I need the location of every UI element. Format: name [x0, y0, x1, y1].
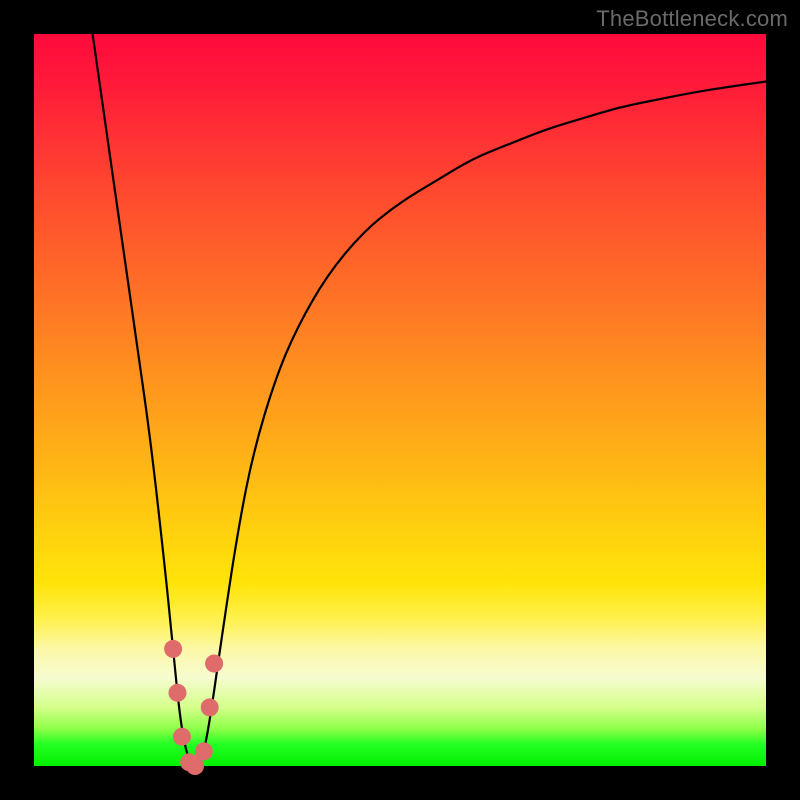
chart-frame: TheBottleneck.com [0, 0, 800, 800]
plot-area [34, 34, 766, 766]
highlight-dot [164, 640, 182, 658]
highlight-dot [169, 684, 187, 702]
highlight-dot [195, 742, 213, 760]
watermark-text: TheBottleneck.com [596, 6, 788, 32]
bottleneck-curve [93, 34, 766, 764]
highlight-dot [173, 728, 191, 746]
highlight-dot [205, 655, 223, 673]
highlight-dot [201, 698, 219, 716]
highlight-dots [164, 640, 223, 775]
curve-layer [34, 34, 766, 766]
